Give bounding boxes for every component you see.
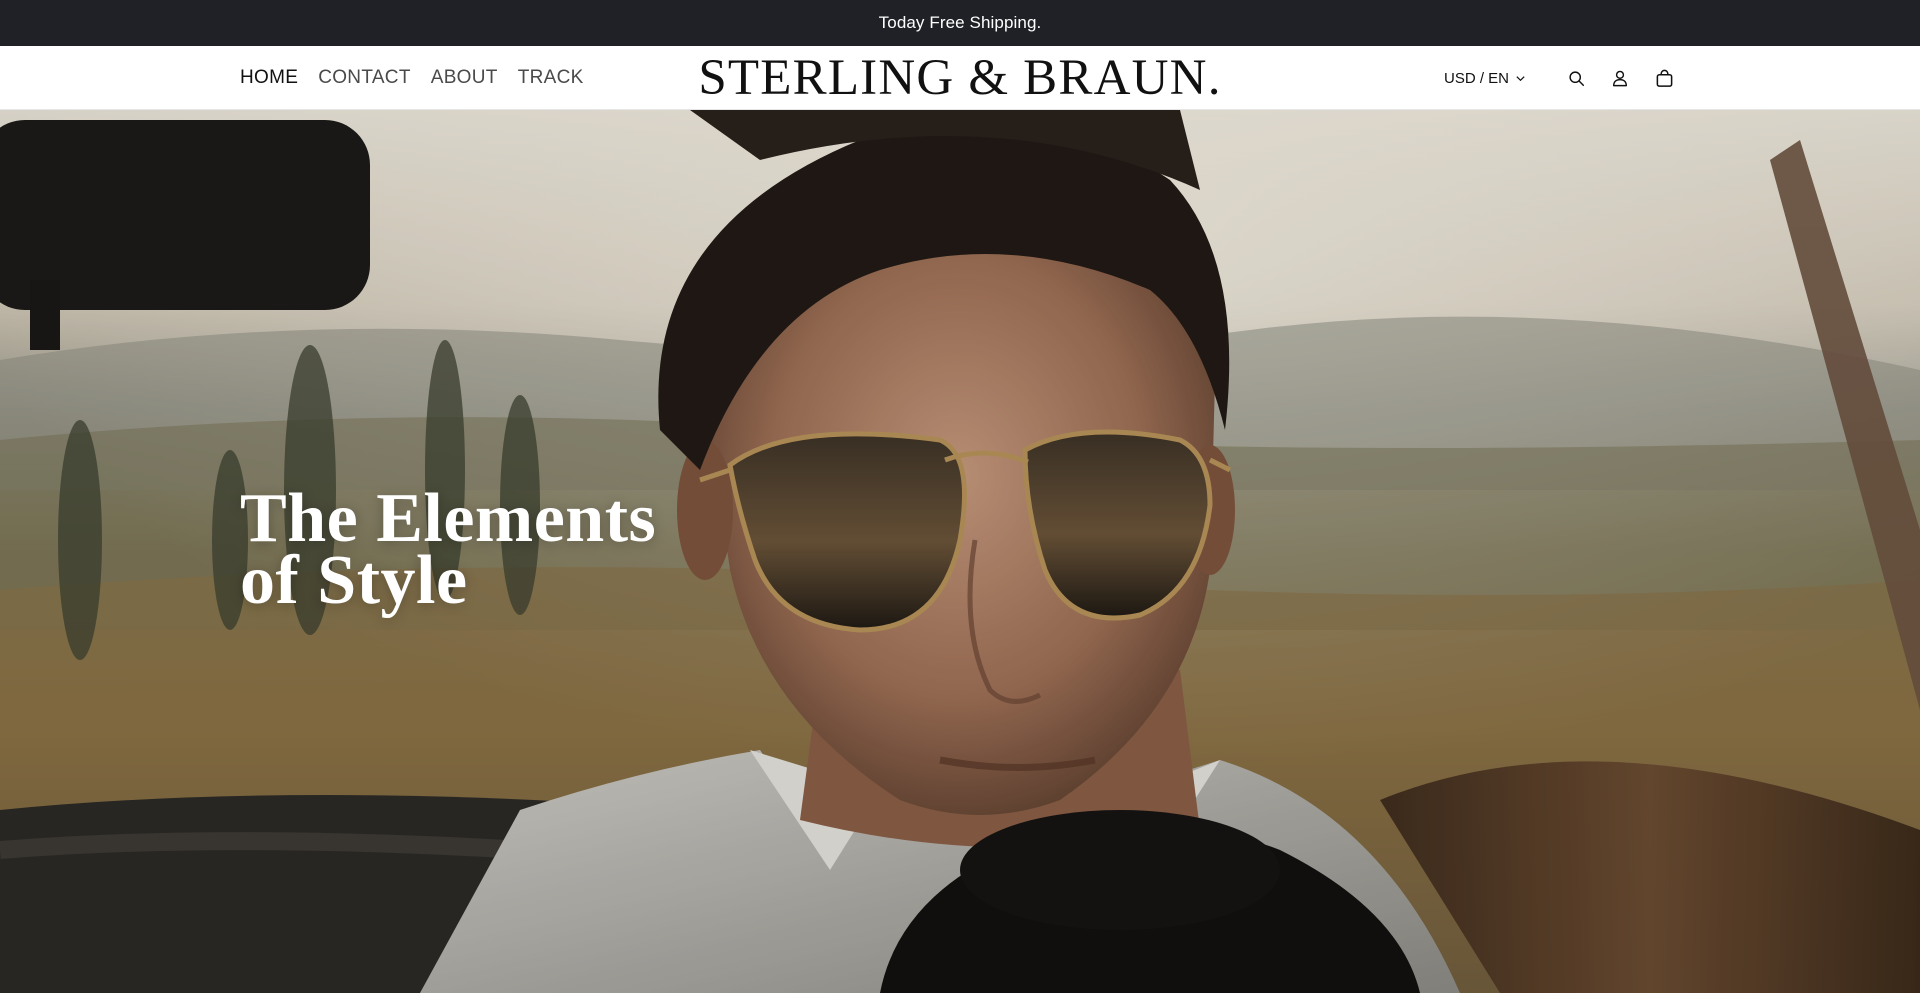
locale-selector[interactable]: USD / EN — [1444, 70, 1526, 87]
announcement-bar: Today Free Shipping. — [0, 0, 1920, 46]
account-button[interactable] — [1608, 66, 1632, 90]
main-nav: HOME CONTACT ABOUT TRACK — [240, 46, 584, 110]
chevron-down-icon — [1516, 75, 1525, 81]
account-icon — [1612, 70, 1628, 87]
hero-title-line2: of Style — [240, 542, 468, 619]
nav-contact-link[interactable]: CONTACT — [318, 67, 411, 89]
hero-title: The Elements of Style — [240, 480, 657, 619]
search-icon — [1568, 70, 1584, 86]
announcement-text: Today Free Shipping. — [878, 13, 1042, 32]
search-button[interactable] — [1564, 66, 1588, 90]
nav-track-link[interactable]: TRACK — [518, 67, 584, 89]
hero-banner: The Elements of Style — [0, 110, 1920, 993]
cart-button[interactable] — [1652, 66, 1676, 90]
locale-label: USD / EN — [1443, 69, 1509, 87]
cart-icon — [1656, 69, 1672, 87]
nav-home-link[interactable]: HOME — [240, 67, 298, 89]
hero-title-line1: The Elements — [240, 480, 657, 557]
header-tools: USD / EN — [1444, 46, 1676, 110]
nav-about-link[interactable]: ABOUT — [431, 67, 498, 89]
site-header: HOME CONTACT ABOUT TRACK STERLING & BRAU… — [0, 46, 1920, 110]
site-logo[interactable]: STERLING & BRAUN. — [698, 52, 1221, 104]
